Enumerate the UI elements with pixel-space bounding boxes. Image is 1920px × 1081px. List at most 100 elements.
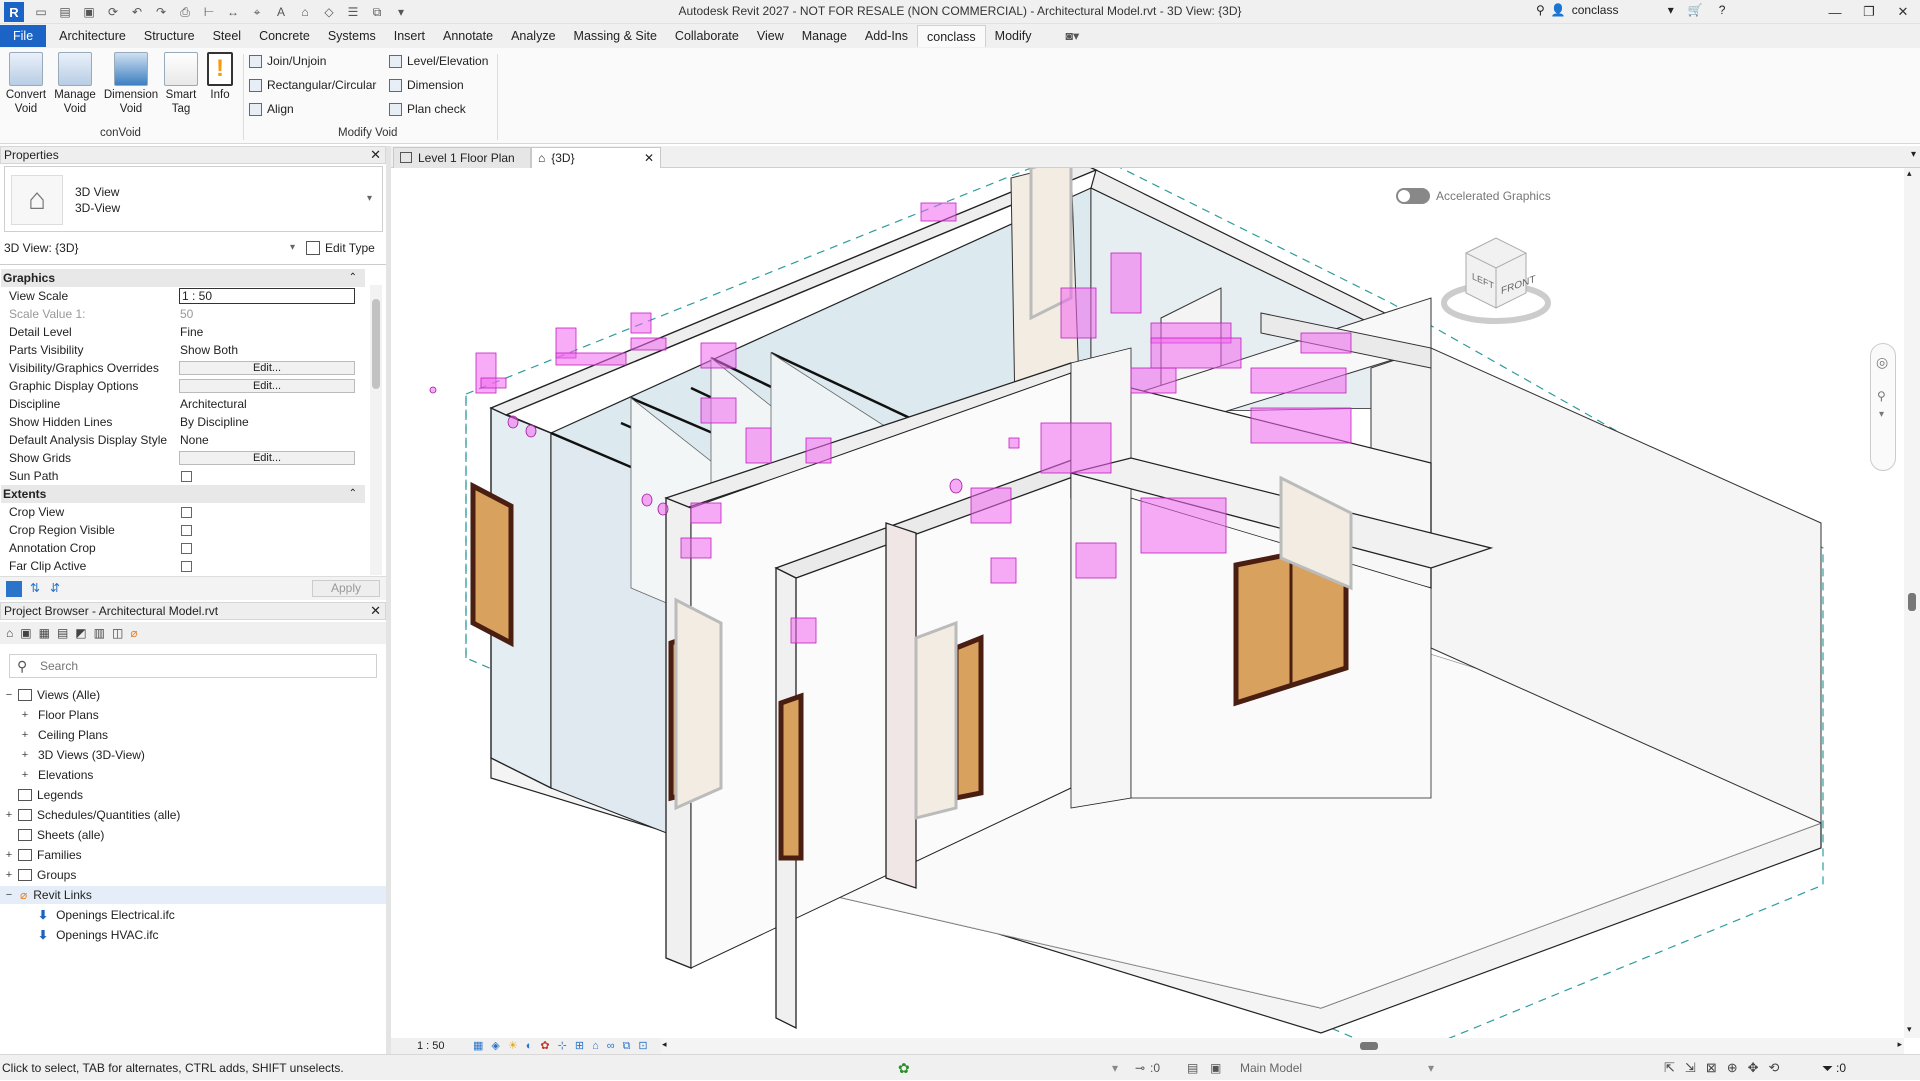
- tree-node-floor-plans[interactable]: + Floor Plans: [20, 706, 99, 724]
- prop-value[interactable]: None: [180, 431, 209, 449]
- detail-level-icon[interactable]: ▦: [473, 1038, 483, 1054]
- prop-value[interactable]: Architectural: [180, 395, 247, 413]
- worksets-dropdown-icon[interactable]: ▾: [1112, 1055, 1118, 1081]
- sync-icon[interactable]: ⟳: [104, 4, 122, 20]
- tree-node-ceiling-plans[interactable]: + Ceiling Plans: [20, 726, 108, 744]
- properties-scrollbar[interactable]: [370, 285, 382, 575]
- steering-wheel-icon[interactable]: ◎: [1876, 354, 1888, 371]
- sun-path-icon[interactable]: ☀: [508, 1038, 518, 1054]
- expand-icon[interactable]: +: [4, 846, 14, 864]
- reveal-hidden-icon[interactable]: ⧉: [623, 1038, 631, 1054]
- prop-detail-level[interactable]: Detail Level Fine: [5, 323, 353, 341]
- tree-node-openings-hvac[interactable]: ⬇ Openings HVAC.ifc: [38, 926, 159, 944]
- print-icon[interactable]: ⎙: [176, 4, 194, 20]
- render-icon[interactable]: ✿: [540, 1038, 549, 1054]
- filter-icon[interactable]: ⏷: [1822, 1055, 1833, 1081]
- user-name[interactable]: conclass: [1572, 3, 1662, 17]
- tab-collaborate[interactable]: Collaborate: [666, 25, 748, 47]
- links-filter-icon[interactable]: ⌀: [130, 626, 137, 640]
- tree-node-openings-electrical[interactable]: ⬇ Openings Electrical.ifc: [38, 906, 175, 924]
- main-model-label[interactable]: Main Model: [1240, 1055, 1302, 1081]
- scrollbar-thumb[interactable]: [372, 299, 380, 389]
- folder-icon[interactable]: ▤: [56, 4, 74, 20]
- collapse-icon[interactable]: −: [4, 886, 14, 904]
- tab-conclass[interactable]: conclass: [917, 25, 986, 47]
- chevron-down-icon[interactable]: ▾: [1668, 3, 1674, 17]
- zoom-dropdown-icon[interactable]: ▾: [1879, 409, 1884, 420]
- prop-crop-view[interactable]: Crop View: [5, 503, 353, 521]
- prop-show-grids[interactable]: Show Grids Edit...: [5, 449, 355, 467]
- tab-level1-floor-plan[interactable]: Level 1 Floor Plan: [393, 147, 531, 168]
- prop-crop-region[interactable]: Crop Region Visible: [5, 521, 353, 539]
- tab-manage[interactable]: Manage: [793, 25, 856, 47]
- smart-tag-button[interactable]: Smart Tag: [158, 52, 204, 116]
- home-icon[interactable]: ⌂: [6, 626, 13, 640]
- expand-icon[interactable]: +: [20, 766, 30, 784]
- edit-button[interactable]: Edit...: [179, 361, 355, 375]
- active-model-icon[interactable]: ▣: [1210, 1055, 1221, 1081]
- expand-icon[interactable]: +: [4, 806, 14, 824]
- design-options-icon[interactable]: ▤: [1187, 1055, 1198, 1081]
- plan-check-button[interactable]: Plan check: [389, 102, 466, 116]
- text-icon[interactable]: A: [272, 4, 290, 20]
- rectangular-circular-button[interactable]: Rectangular/Circular: [249, 78, 376, 92]
- tabs-dropdown-icon[interactable]: ▾: [1911, 149, 1916, 160]
- families-filter-icon[interactable]: ◩: [75, 626, 86, 640]
- tab-view[interactable]: View: [748, 25, 793, 47]
- open-icon[interactable]: ▭: [32, 4, 50, 20]
- browser-search[interactable]: ⚲: [9, 654, 377, 678]
- schedules-filter-icon[interactable]: ▤: [57, 626, 68, 640]
- tab-insert[interactable]: Insert: [385, 25, 434, 47]
- close-icon[interactable]: ✕: [370, 603, 381, 619]
- tab-steel[interactable]: Steel: [204, 25, 251, 47]
- tab-3d-view[interactable]: ⌂ {3D} ✕: [531, 147, 661, 168]
- plans-filter-icon[interactable]: ▦: [39, 626, 50, 640]
- scroll-down-icon[interactable]: ▾: [1907, 1024, 1912, 1035]
- tab-concrete[interactable]: Concrete: [250, 25, 319, 47]
- prop-value[interactable]: By Discipline: [180, 413, 249, 431]
- type-selector[interactable]: ⌂ 3D View 3D-View ▾: [4, 166, 383, 232]
- annotation-crop-checkbox[interactable]: [181, 543, 192, 554]
- binoculars-icon[interactable]: ⚲: [1536, 3, 1545, 17]
- expand-icon[interactable]: +: [20, 746, 30, 764]
- temporary-hide-icon[interactable]: ∞: [607, 1038, 615, 1054]
- select-by-face-icon[interactable]: ⊕: [1727, 1055, 1738, 1081]
- close-hidden-icon[interactable]: ⧉: [368, 4, 386, 20]
- tab-structure[interactable]: Structure: [135, 25, 204, 47]
- search-input[interactable]: [40, 658, 360, 674]
- close-icon[interactable]: ✕: [370, 147, 381, 163]
- measure-icon[interactable]: ⊢: [200, 4, 218, 20]
- chevron-down-icon[interactable]: ▾: [1428, 1055, 1434, 1081]
- collapse-icon[interactable]: −: [4, 686, 14, 704]
- close-icon[interactable]: ✕: [644, 148, 654, 169]
- prop-sun-path[interactable]: Sun Path: [5, 467, 353, 485]
- group-extents[interactable]: Extents ⌃: [1, 485, 365, 503]
- tab-systems[interactable]: Systems: [319, 25, 385, 47]
- thin-lines-icon[interactable]: ☰: [344, 4, 362, 20]
- tree-node-elevations[interactable]: + Elevations: [20, 766, 94, 784]
- show-crop-icon[interactable]: ⊞: [575, 1038, 584, 1054]
- views-filter-icon[interactable]: ▣: [20, 626, 31, 640]
- edit-button[interactable]: Edit...: [179, 451, 355, 465]
- expand-icon[interactable]: +: [4, 866, 14, 884]
- crop-view-checkbox[interactable]: [181, 507, 192, 518]
- far-clip-checkbox[interactable]: [181, 561, 192, 572]
- crop-region-checkbox[interactable]: [181, 525, 192, 536]
- select-links-icon[interactable]: ⇱: [1664, 1055, 1675, 1081]
- tree-node-groups[interactable]: + Groups: [4, 866, 77, 884]
- drag-elements-icon[interactable]: ✥: [1748, 1055, 1759, 1081]
- zoom-icon[interactable]: ⚲: [1877, 389, 1886, 403]
- tab-architecture[interactable]: Architecture: [50, 25, 135, 47]
- worksharing-icon[interactable]: ✿: [898, 1055, 910, 1081]
- scroll-right-icon[interactable]: ▸: [1897, 1039, 1902, 1050]
- prop-value[interactable]: Show Both: [180, 341, 238, 359]
- ribbon-options-icon[interactable]: ◙▾: [1056, 25, 1088, 47]
- chevron-down-icon[interactable]: ▾: [367, 193, 372, 204]
- scrollbar-thumb[interactable]: [1908, 593, 1916, 611]
- help-icon[interactable]: ?: [1719, 3, 1726, 17]
- dimension-button[interactable]: Dimension: [389, 78, 464, 92]
- prop-graphic-display[interactable]: Graphic Display Options Edit...: [5, 377, 355, 395]
- cart-icon[interactable]: 🛒: [1688, 3, 1703, 17]
- tab-modify[interactable]: Modify: [986, 25, 1041, 47]
- prop-parts-visibility[interactable]: Parts Visibility Show Both: [5, 341, 353, 359]
